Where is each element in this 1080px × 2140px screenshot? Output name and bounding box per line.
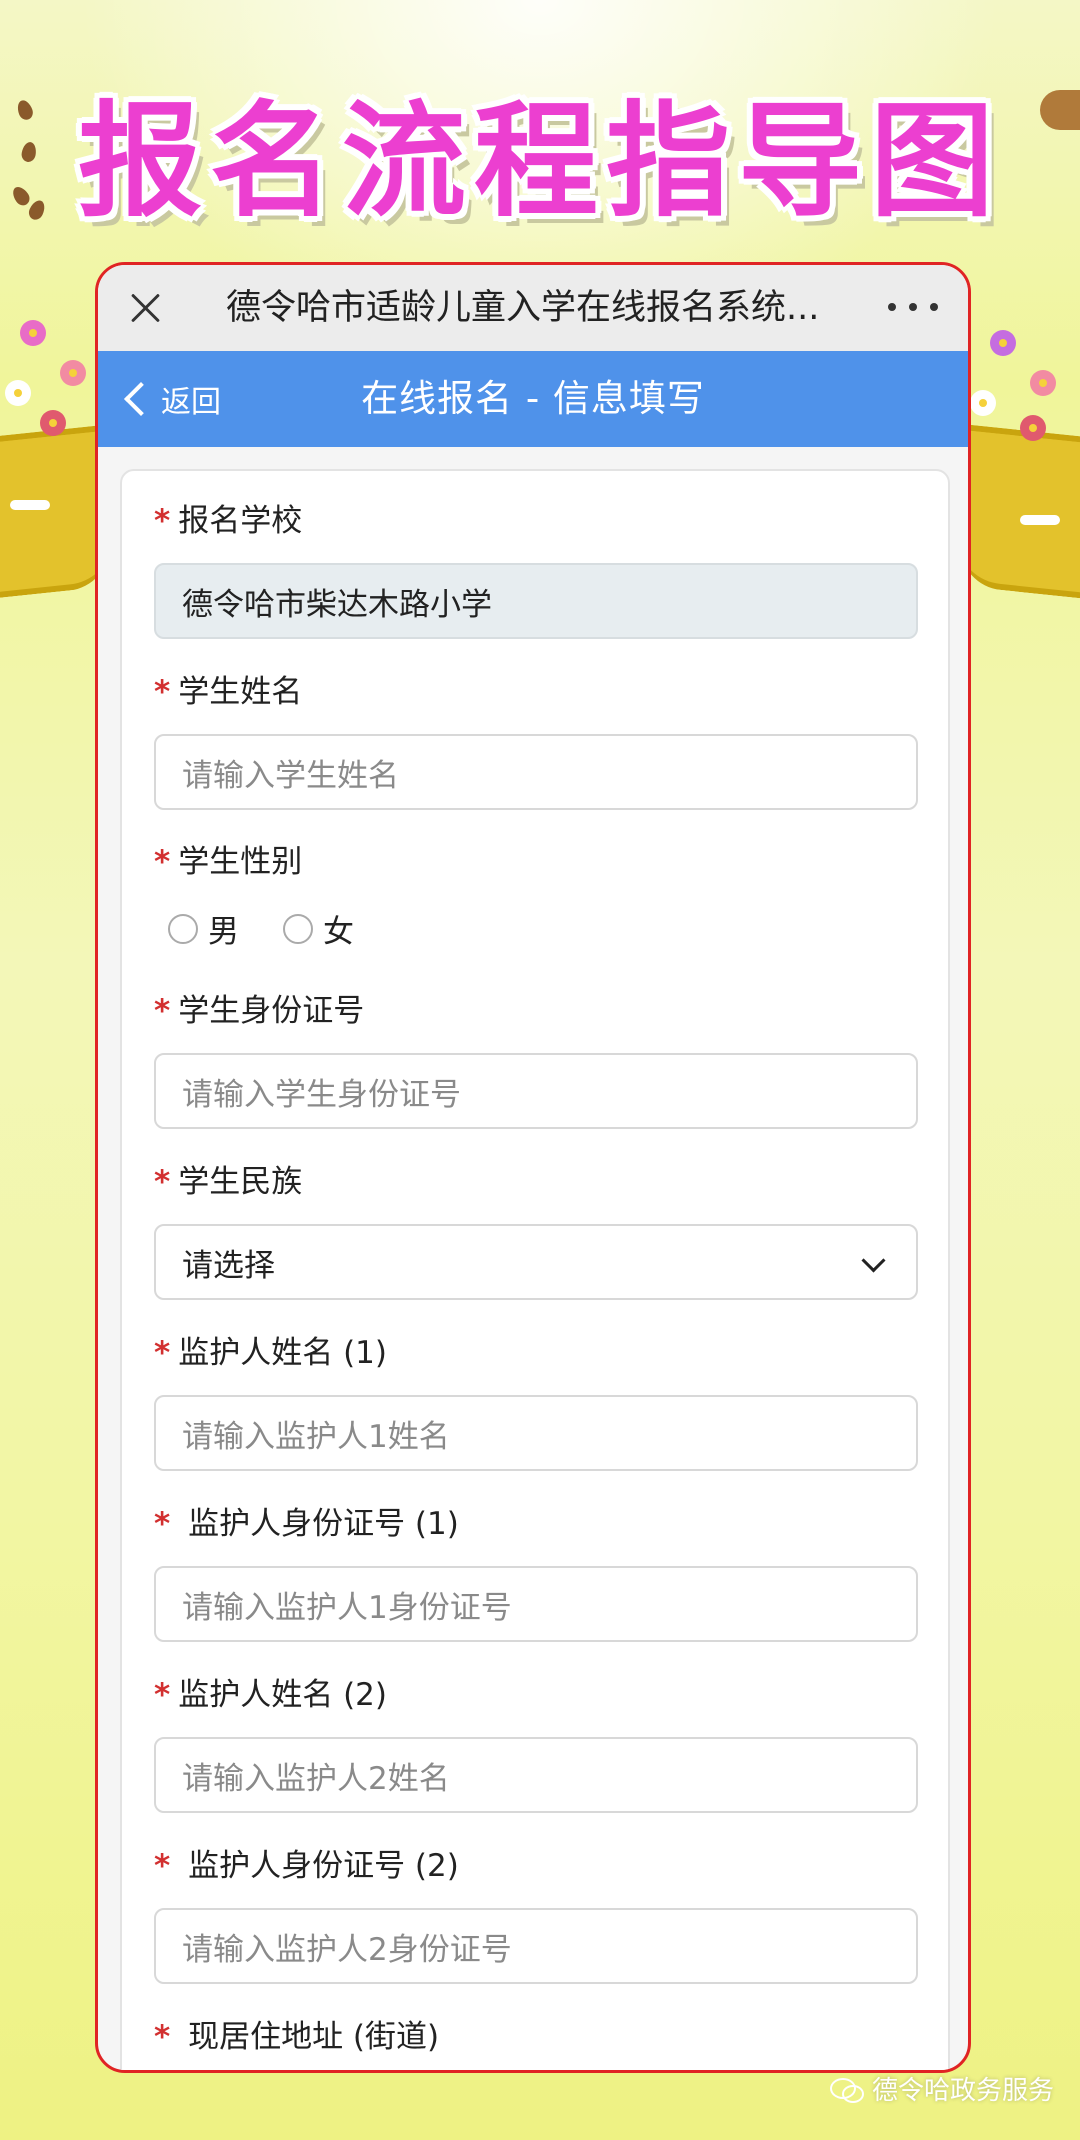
form-card: * 报名学校 德令哈市柴达木路小学 * 学生姓名 请输入学生姓名 * 学生性别 男 女…	[120, 469, 950, 2070]
field-student-id: * 学生身份证号 请输入学生身份证号	[154, 989, 918, 1129]
field-label: * 报名学校	[154, 499, 918, 543]
guardian2-id-input[interactable]: 请输入监护人2身份证号	[154, 1908, 918, 1984]
guardian1-id-input[interactable]: 请输入监护人1身份证号	[154, 1566, 918, 1642]
field-label: * 监护人姓名 (2)	[154, 1673, 918, 1717]
flower-icon	[60, 360, 86, 386]
required-mark: *	[154, 844, 171, 880]
app-title: 德令哈市适龄儿童入学在线报名系统...	[226, 288, 820, 328]
field-label: * 学生性别	[154, 840, 918, 884]
road-decoration-left	[0, 424, 110, 598]
field-guardian2-name: * 监护人姓名 (2) 请输入监护人2姓名	[154, 1673, 918, 1813]
ethnicity-select[interactable]: 请选择	[154, 1224, 918, 1300]
student-name-input[interactable]: 请输入学生姓名	[154, 734, 918, 810]
flower-icon	[1030, 370, 1056, 396]
radio-label: 女	[323, 914, 354, 950]
wechat-icon	[829, 2076, 864, 2103]
radio-circle	[283, 913, 313, 944]
more-icon[interactable]	[888, 295, 938, 319]
flowers-right	[960, 300, 1080, 450]
chevron-down-icon	[861, 1248, 886, 1273]
guardian1-id-label: 监护人身份证号 (1)	[178, 1506, 459, 1542]
field-guardian2-id: * 监护人身份证号 (2) 请输入监护人2身份证号	[154, 1844, 918, 1984]
field-school: * 报名学校 德令哈市柴达木路小学	[154, 499, 918, 639]
required-mark: *	[154, 1506, 171, 1542]
ethnicity-label: 学生民族	[178, 1164, 303, 1200]
radio-label: 男	[208, 914, 239, 950]
field-label: * 监护人姓名 (1)	[154, 1331, 918, 1375]
guardian1-name-label: 监护人姓名 (1)	[178, 1335, 387, 1371]
field-ethnicity: * 学生民族 请选择	[154, 1160, 918, 1300]
gender-radio-group: 男 女	[154, 906, 918, 951]
required-mark: *	[154, 1677, 171, 1713]
ethnicity-select-value: 请选择	[182, 1247, 275, 1284]
page-title: 在线报名 - 信息填写	[361, 377, 705, 420]
radio-circle	[168, 913, 198, 944]
phone-frame: 德令哈市适龄儿童入学在线报名系统... 返回 在线报名 - 信息填写 * 报名学校…	[95, 262, 971, 2073]
required-mark: *	[154, 993, 171, 1029]
field-label: * 监护人身份证号 (1)	[154, 1502, 918, 1546]
guardian1-name-input[interactable]: 请输入监护人1姓名	[154, 1395, 918, 1471]
required-mark: *	[154, 1335, 171, 1371]
field-guardian1-name: * 监护人姓名 (1) 请输入监护人1姓名	[154, 1331, 918, 1471]
field-gender: * 学生性别 男 女	[154, 840, 918, 951]
student-id-input[interactable]: 请输入学生身份证号	[154, 1053, 918, 1129]
student-id-label: 学生身份证号	[178, 993, 365, 1029]
flower-icon	[5, 380, 31, 406]
required-mark: *	[154, 1164, 171, 1200]
close-icon[interactable]	[120, 283, 170, 333]
guardian2-id-label: 监护人身份证号 (2)	[178, 1848, 459, 1884]
field-label: * 学生民族	[154, 1160, 918, 1204]
field-label: * 学生姓名	[154, 670, 918, 714]
flower-icon	[40, 410, 66, 436]
student-name-label: 学生姓名	[178, 674, 303, 710]
gender-radio-male[interactable]: 男	[168, 906, 239, 951]
required-mark: *	[154, 1848, 171, 1884]
banner-title: 报名流程指导图	[77, 90, 1002, 234]
more-dot	[888, 303, 896, 311]
field-address: * 现居住地址 (街道)	[154, 2015, 918, 2059]
road-dash	[10, 500, 50, 510]
flowers-left	[0, 300, 110, 450]
more-dot	[909, 303, 917, 311]
watermark: 德令哈政务服务	[829, 2070, 1054, 2107]
required-mark: *	[154, 674, 171, 710]
required-mark: *	[154, 2019, 171, 2055]
gender-label: 学生性别	[178, 844, 303, 880]
field-guardian1-id: * 监护人身份证号 (1) 请输入监护人1身份证号	[154, 1502, 918, 1642]
field-label: * 监护人身份证号 (2)	[154, 1844, 918, 1888]
field-label: * 学生身份证号	[154, 989, 918, 1033]
more-dot	[930, 303, 938, 311]
gender-radio-female[interactable]: 女	[283, 906, 354, 951]
guardian2-name-input[interactable]: 请输入监护人2姓名	[154, 1737, 918, 1813]
flower-icon	[990, 330, 1016, 356]
watermark-text: 德令哈政务服务	[871, 2076, 1054, 2106]
flower-icon	[970, 390, 996, 416]
field-label: * 现居住地址 (街道)	[154, 2015, 918, 2059]
navbar: 返回 在线报名 - 信息填写	[98, 351, 968, 447]
flower-icon	[1020, 415, 1046, 441]
school-label: 报名学校	[178, 503, 303, 539]
flower-icon	[20, 320, 46, 346]
road-dash	[1020, 515, 1060, 525]
school-input[interactable]: 德令哈市柴达木路小学	[154, 563, 918, 639]
required-mark: *	[154, 503, 171, 539]
field-student-name: * 学生姓名 请输入学生姓名	[154, 670, 918, 810]
guardian2-name-label: 监护人姓名 (2)	[178, 1677, 387, 1713]
app-topbar: 德令哈市适龄儿童入学在线报名系统...	[98, 265, 968, 351]
address-label: 现居住地址 (街道)	[178, 2019, 440, 2055]
